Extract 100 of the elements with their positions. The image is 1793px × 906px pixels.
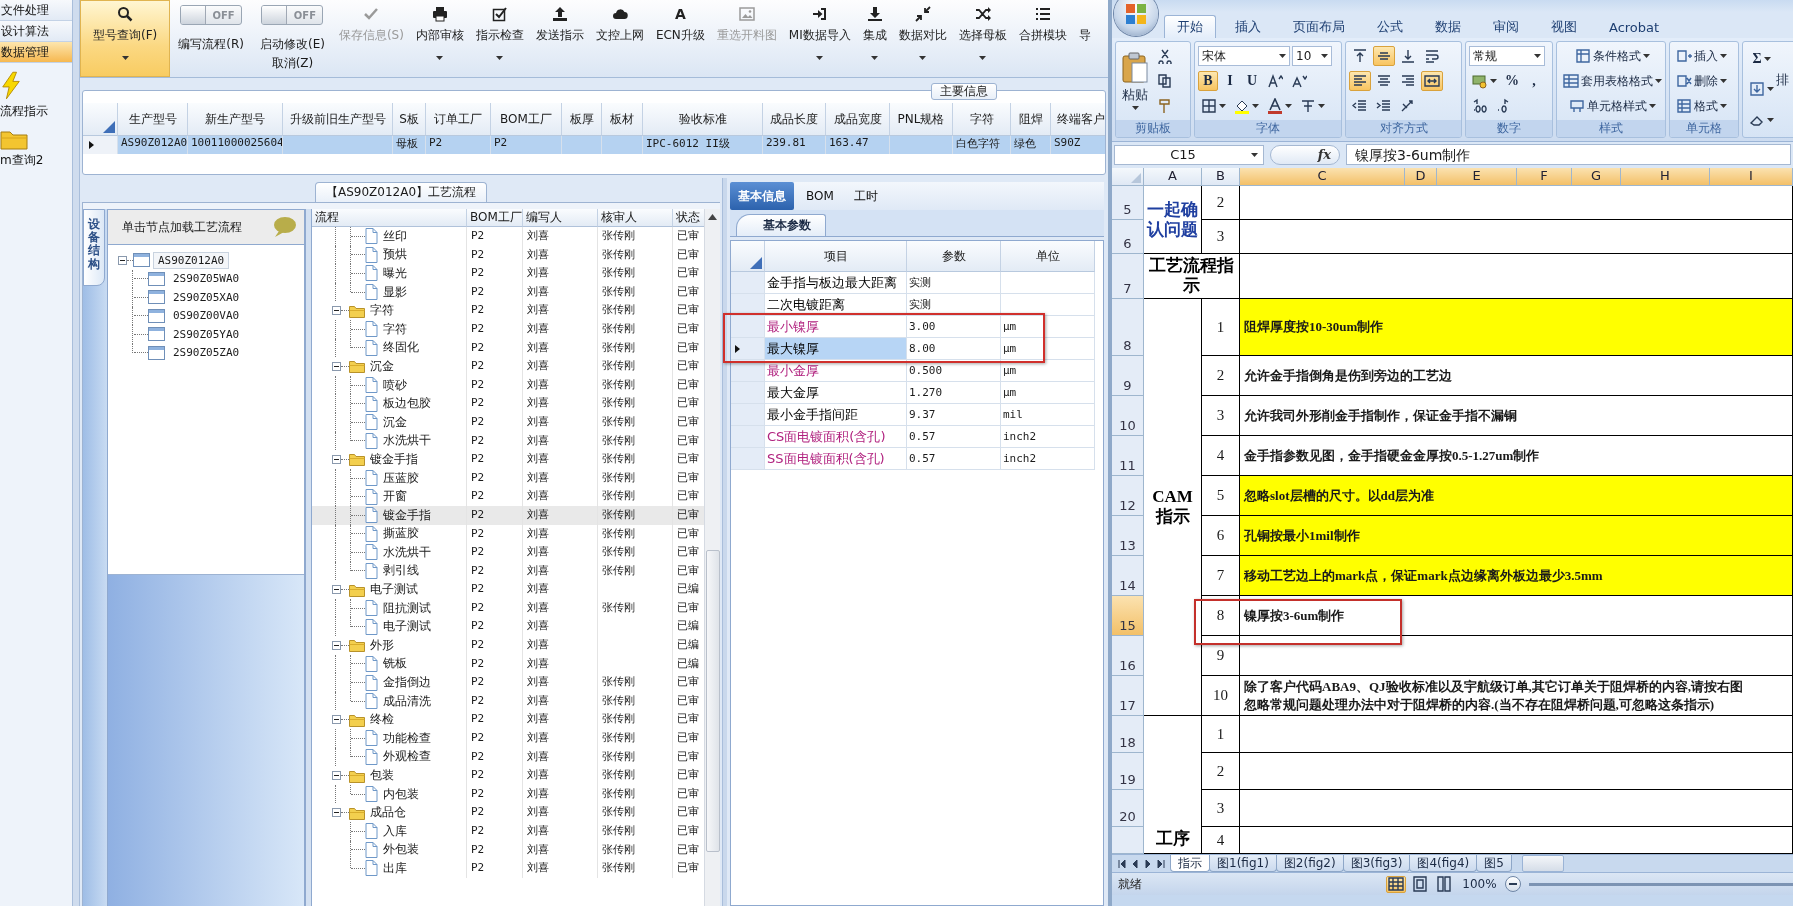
toolbar-button[interactable]: MI数据导入	[782, 0, 857, 77]
previous-sheet-icon[interactable]	[1131, 859, 1139, 868]
tree-item[interactable]: 2S90Z05ZA0	[168, 344, 245, 362]
toolbar-button[interactable]: 数据对比	[892, 0, 953, 77]
toolbar-button[interactable]: 发送指示	[529, 0, 590, 77]
column-header[interactable]: I	[1710, 168, 1793, 186]
ribbon-tab[interactable]: 视图	[1538, 15, 1590, 38]
tab[interactable]: 工时	[845, 182, 886, 210]
column-header[interactable]: A	[1144, 168, 1202, 186]
row-header[interactable]: 5	[1112, 186, 1144, 220]
cells-menu-button[interactable]: 格式	[1673, 96, 1730, 116]
italic-button[interactable]: I	[1220, 71, 1240, 91]
minus-box-icon[interactable]	[332, 585, 341, 595]
sheet-tab[interactable]: 图2(fig2)	[1275, 855, 1344, 872]
toolbar-button[interactable]: 集成	[856, 0, 893, 77]
tree-item[interactable]: 2S90Z05XA0	[168, 288, 245, 306]
row-header[interactable]: 6	[1112, 220, 1144, 254]
sheet-tab[interactable]: 图3(fig3)	[1342, 855, 1411, 872]
row-header[interactable]: 17	[1112, 676, 1144, 716]
insert-function-button[interactable]: fx	[1270, 144, 1340, 165]
side-tab[interactable]: 设备结构	[83, 209, 105, 286]
row-header[interactable]: 13	[1112, 516, 1144, 556]
align-left-button[interactable]	[1349, 71, 1371, 91]
row-header[interactable]: 20	[1112, 790, 1144, 827]
row-header[interactable]: 8	[1112, 299, 1144, 356]
row-header[interactable]: 14	[1112, 556, 1144, 596]
sheet-tab[interactable]: 图5	[1476, 855, 1512, 872]
minus-box-icon[interactable]	[332, 454, 341, 464]
row-header[interactable]: 12	[1112, 476, 1144, 516]
toolbar-button[interactable]: 指示检查	[469, 0, 530, 77]
paste-button[interactable]: 粘贴	[1119, 45, 1151, 117]
number-style-button[interactable]: ,	[1524, 71, 1544, 91]
row-header[interactable]: 18	[1112, 716, 1144, 753]
minus-box-icon[interactable]	[118, 255, 127, 265]
first-sheet-icon[interactable]	[1118, 859, 1126, 868]
nav-item[interactable]: 数据管理	[0, 42, 72, 63]
tab[interactable]: 基本参数	[736, 214, 826, 236]
styles-menu-button[interactable]: 条件格式	[1560, 46, 1665, 66]
ribbon-tab[interactable]: Acrobat	[1596, 15, 1673, 38]
tab[interactable]: 基本信息	[730, 182, 794, 210]
next-sheet-icon[interactable]	[1144, 859, 1152, 868]
cells-menu-button[interactable]: 插入	[1673, 46, 1730, 66]
row-header[interactable]: 9	[1112, 356, 1144, 396]
scrollbar[interactable]	[1521, 855, 1564, 872]
tab[interactable]: BOM	[798, 182, 842, 210]
row-header[interactable]: 16	[1112, 636, 1144, 676]
minus-box-icon[interactable]	[332, 808, 341, 818]
column-header[interactable]: F	[1517, 168, 1572, 186]
zoom-out-button[interactable]	[1504, 876, 1521, 892]
font-size-field[interactable]: 10	[1292, 46, 1332, 66]
cells-menu-button[interactable]: 删除	[1673, 71, 1730, 91]
minus-box-icon[interactable]	[332, 640, 341, 650]
column-header[interactable]: G	[1572, 168, 1621, 186]
number-format-field[interactable]: 常规	[1469, 46, 1545, 66]
styles-menu-button[interactable]: 套用表格格式	[1560, 71, 1665, 91]
sum-button[interactable]: Σ	[1746, 48, 1777, 69]
row-header[interactable]: 10	[1112, 396, 1144, 436]
row-header[interactable]: 19	[1112, 753, 1144, 790]
shortcut-button[interactable]: m查询2	[0, 128, 44, 169]
last-sheet-icon[interactable]	[1157, 859, 1165, 868]
toolbar-button[interactable]: 导	[1072, 0, 1097, 77]
scrollbar[interactable]	[704, 209, 720, 906]
toolbar-button[interactable]: 合拼模块	[1012, 0, 1073, 77]
nav-item[interactable]: 设计算法	[0, 21, 72, 42]
sheet-tab[interactable]: 指示	[1170, 855, 1210, 872]
toolbar-button[interactable]: 选择母板	[952, 0, 1013, 77]
tree-item[interactable]: 0S90Z00VA0	[168, 307, 245, 325]
sheet-tab[interactable]: 图4(fig4)	[1409, 855, 1478, 872]
table-row[interactable]: 镀金手指 P2 刘喜 张传刚 已审	[312, 505, 704, 525]
toolbar-button[interactable]: 内部审核	[409, 0, 470, 77]
row-header[interactable]: 15	[1112, 596, 1144, 636]
bold-button[interactable]: B	[1198, 71, 1218, 91]
ribbon-tab[interactable]: 公式	[1364, 15, 1416, 38]
column-header[interactable]: H	[1621, 168, 1710, 186]
tree-item[interactable]: AS90Z012A0	[153, 251, 230, 269]
minus-box-icon[interactable]	[332, 715, 341, 725]
column-header[interactable]: C	[1240, 168, 1405, 186]
row-header[interactable]: 7	[1112, 254, 1144, 299]
office-button[interactable]	[1114, 0, 1158, 36]
ribbon-tab[interactable]: 开始	[1164, 15, 1216, 38]
underline-button[interactable]: U	[1242, 71, 1262, 91]
tree-item[interactable]: 2S90Z05YA0	[168, 325, 245, 343]
shortcut-button[interactable]: 流程指示	[0, 71, 48, 120]
column-header[interactable]: B	[1202, 168, 1240, 186]
column-header[interactable]: D	[1405, 168, 1437, 186]
formula-field[interactable]: 镍厚按3-6um制作	[1346, 144, 1791, 165]
toolbar-button[interactable]: 型号查询(F)	[80, 0, 171, 77]
ribbon-tab[interactable]: 审阅	[1480, 15, 1532, 38]
sheet-tab[interactable]: 图1(fig1)	[1209, 855, 1277, 872]
styles-menu-button[interactable]: 单元格样式	[1560, 96, 1665, 116]
view-button[interactable]	[1386, 875, 1407, 893]
row-header[interactable]: 11	[1112, 436, 1144, 476]
minus-box-icon[interactable]	[332, 306, 341, 316]
minus-box-icon[interactable]	[332, 361, 341, 371]
merge-cells-button[interactable]	[1421, 71, 1443, 91]
ribbon-tab[interactable]: 插入	[1222, 15, 1274, 38]
ribbon-tab[interactable]: 数据	[1422, 15, 1474, 38]
nav-item[interactable]: 文件处理	[0, 0, 72, 21]
middle-align-button[interactable]	[1373, 46, 1395, 66]
tree-item[interactable]: 2S90Z05WA0	[168, 270, 245, 288]
